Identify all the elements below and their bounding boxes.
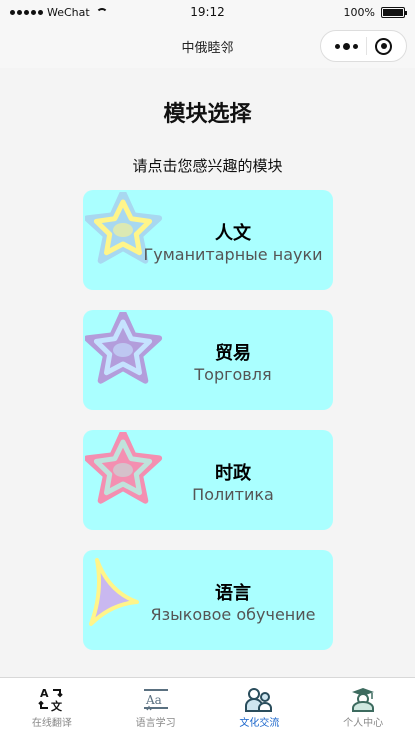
module-card-trade[interactable]: 贸易 Торговля <box>83 310 333 410</box>
module-subtitle: Торговля <box>194 365 272 384</box>
tab-label: 个人中心 <box>343 718 384 729</box>
status-bar: WeChat 19:12 100% <box>0 0 415 26</box>
module-subtitle: Языковое обучение <box>150 605 316 624</box>
tab-personal-center[interactable]: 个人中心 <box>311 678 415 734</box>
svg-text:A: A <box>40 687 49 700</box>
module-card-humanities[interactable]: 人文 Гуманитарные науки <box>83 190 333 290</box>
svg-text:文: 文 <box>51 699 63 712</box>
tab-cultural-exchange[interactable]: 文化交流 <box>208 678 312 734</box>
people-icon <box>245 688 273 712</box>
more-icon[interactable] <box>335 42 358 50</box>
module-title: 语言 <box>215 583 251 604</box>
translate-icon: A 文 <box>38 687 63 712</box>
module-title: 贸易 <box>215 343 251 364</box>
graduate-icon <box>352 688 375 712</box>
page-subtitle: 请点击您感兴趣的模块 <box>132 157 283 175</box>
module-subtitle: Гуманитарные науки <box>143 245 323 264</box>
tab-bar: A 文 在线翻译 Aa 语言学习 文化交流 个人中心 <box>0 677 415 734</box>
tab-online-translation[interactable]: A 文 在线翻译 <box>0 678 104 734</box>
mini-program-capsule <box>320 30 407 62</box>
module-title: 人文 <box>215 223 251 244</box>
capsule-divider <box>366 37 367 55</box>
page-title: 模块选择 <box>163 102 252 127</box>
tab-language-learning[interactable]: Aa 语言学习 <box>104 678 208 734</box>
module-title: 时政 <box>215 463 251 484</box>
module-subtitle: Политика <box>192 485 274 504</box>
battery-label: 100% <box>343 6 375 19</box>
close-mini-program-icon[interactable] <box>375 37 392 55</box>
battery-status: 100% <box>343 6 407 19</box>
module-card-language[interactable]: 语言 Языковое обучение <box>83 550 333 650</box>
tab-label: 语言学习 <box>135 718 176 729</box>
module-card-politics[interactable]: 时政 Политика <box>83 430 333 530</box>
book-icon: Aa <box>143 689 168 711</box>
svg-text:Aa: Aa <box>145 693 162 707</box>
battery-icon <box>381 7 407 18</box>
tab-label: 文化交流 <box>239 718 280 729</box>
nav-bar: 中俄睦邻 <box>0 26 415 68</box>
tab-label: 在线翻译 <box>31 718 72 729</box>
